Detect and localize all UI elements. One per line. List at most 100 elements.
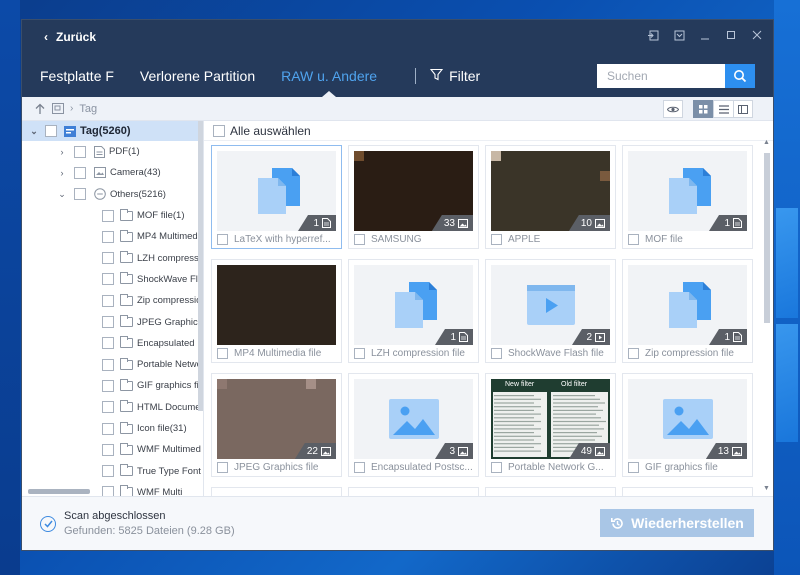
file-card[interactable]: 22 JPEG Graphics file [211, 373, 342, 477]
card-checkbox[interactable] [491, 348, 502, 359]
grid-icon [699, 104, 708, 113]
tree-scrollbar[interactable] [198, 121, 203, 411]
tree-item[interactable]: GIF graphics file [22, 375, 203, 396]
tree-checkbox[interactable] [102, 273, 114, 286]
file-count: 1 [724, 331, 730, 343]
file-card[interactable]: 1 MOF file [622, 145, 753, 249]
file-card[interactable]: 3 Encapsulated Postsc... [348, 373, 479, 477]
tree-checkbox[interactable] [102, 422, 114, 435]
card-checkbox[interactable] [491, 234, 502, 245]
search-input[interactable] [597, 64, 725, 88]
tree-checkbox[interactable] [102, 209, 114, 222]
tree-item[interactable]: › PDF(1) [22, 141, 203, 162]
tree-checkbox[interactable] [102, 252, 114, 265]
file-card[interactable]: New filter Old filter 49 Portable Network G… [485, 373, 616, 477]
select-all-label[interactable]: Alle auswählen [230, 124, 311, 138]
folder-icon [120, 421, 133, 434]
card-checkbox[interactable] [354, 348, 365, 359]
card-checkbox[interactable] [354, 462, 365, 473]
file-card[interactable]: MP4 Multimedia file [211, 259, 342, 363]
tree-checkbox[interactable] [74, 145, 86, 158]
tree-item[interactable]: Portable Netwo [22, 354, 203, 375]
card-checkbox[interactable] [354, 234, 365, 245]
chevron-right-icon[interactable]: › [56, 147, 68, 157]
chevron-down-icon[interactable]: ⌄ [28, 126, 40, 137]
tree-checkbox[interactable] [102, 401, 114, 414]
app-window: ‹ Zurück Festplatte F Verlorene Partitio… [21, 19, 774, 551]
card-checkbox[interactable] [217, 234, 228, 245]
close-icon[interactable] [751, 29, 763, 41]
file-card[interactable]: 33 SAMSUNG [348, 145, 479, 249]
card-checkbox[interactable] [217, 462, 228, 473]
tree-item[interactable]: › Camera(43) [22, 162, 203, 183]
next-row-peek [211, 487, 753, 496]
grid-view-button[interactable] [693, 100, 713, 118]
card-checkbox[interactable] [491, 462, 502, 473]
chevron-down-icon[interactable]: ⌄ [56, 189, 68, 200]
tree-checkbox[interactable] [102, 379, 114, 392]
arrow-up-icon[interactable] [34, 103, 46, 115]
scroll-up-icon[interactable]: ▲ [763, 139, 770, 146]
breadcrumb-current[interactable]: Tag [79, 103, 97, 115]
file-card[interactable]: 2 ShockWave Flash file [485, 259, 616, 363]
tree-checkbox[interactable] [74, 188, 86, 201]
export-icon[interactable] [647, 29, 659, 41]
tree-checkbox[interactable] [102, 358, 114, 371]
file-card[interactable]: 1 LZH compression file [348, 259, 479, 363]
tree-checkbox[interactable] [102, 465, 114, 478]
search-button[interactable] [725, 64, 755, 88]
tree-item[interactable]: True Type Font [22, 460, 203, 481]
file-card[interactable]: 13 GIF graphics file [622, 373, 753, 477]
back-button[interactable]: ‹ Zurück [44, 30, 96, 44]
tree-item[interactable]: WMF Multimed [22, 439, 203, 460]
import-icon[interactable] [673, 29, 685, 41]
tree-checkbox[interactable] [45, 125, 57, 137]
list-view-button[interactable] [713, 100, 733, 118]
detail-view-button[interactable] [733, 100, 753, 118]
card-thumbnail: 3 [354, 379, 473, 459]
scroll-thumb[interactable] [764, 153, 770, 323]
maximize-icon[interactable] [725, 29, 737, 41]
grid-scrollbar[interactable]: ▲ ▼ [763, 139, 770, 492]
tab-verlorene-partition[interactable]: Verlorene Partition [140, 54, 255, 97]
minimize-icon[interactable] [699, 29, 711, 41]
tree-item[interactable]: Zip compressio [22, 290, 203, 311]
tree-item[interactable]: MP4 Multimed [22, 226, 203, 247]
select-all-checkbox[interactable] [213, 124, 225, 137]
tab-raw-andere[interactable]: RAW u. Andere [281, 54, 377, 97]
tree-checkbox[interactable] [102, 230, 114, 243]
tree-root[interactable]: ⌄ Tag(5260) [22, 121, 203, 141]
card-caption-row: ShockWave Flash file [491, 348, 611, 359]
tree-item[interactable]: MOF file(1) [22, 205, 203, 226]
preview-toggle[interactable] [663, 100, 683, 118]
file-card[interactable]: 1 Zip compression file [622, 259, 753, 363]
tree-item[interactable]: JPEG Graphics f [22, 311, 203, 332]
tree-item[interactable]: ShockWave Fla [22, 269, 203, 290]
card-checkbox[interactable] [628, 348, 639, 359]
tree-checkbox[interactable] [74, 166, 86, 179]
tree-checkbox[interactable] [102, 486, 114, 496]
filter-button[interactable]: Filter [429, 68, 480, 84]
restore-button[interactable]: Wiederherstellen [600, 509, 754, 537]
tree-item[interactable]: ⌄ Others(5216) [22, 184, 203, 205]
tree-horizontal-scrollbar[interactable] [28, 489, 90, 494]
file-count: 49 [580, 445, 592, 457]
tree-item[interactable]: LZH compressi [22, 247, 203, 268]
others-icon [94, 188, 106, 201]
card-caption-row: Portable Network G... [491, 462, 611, 473]
tree-checkbox[interactable] [102, 337, 114, 350]
file-card[interactable]: 1 LaTeX with hyperref... [211, 145, 342, 249]
tree-item[interactable]: HTML Docume [22, 397, 203, 418]
tree-checkbox[interactable] [102, 443, 114, 456]
tab-festplatte-f[interactable]: Festplatte F [40, 54, 114, 97]
scroll-down-icon[interactable]: ▼ [763, 485, 770, 492]
card-checkbox[interactable] [628, 462, 639, 473]
file-card[interactable]: 10 APPLE [485, 145, 616, 249]
tree-item[interactable]: Icon file(31) [22, 418, 203, 439]
card-checkbox[interactable] [628, 234, 639, 245]
tree-item[interactable]: Encapsulated P [22, 333, 203, 354]
chevron-right-icon[interactable]: › [56, 168, 68, 178]
tree-checkbox[interactable] [102, 316, 114, 329]
card-checkbox[interactable] [217, 348, 228, 359]
tree-checkbox[interactable] [102, 294, 114, 307]
